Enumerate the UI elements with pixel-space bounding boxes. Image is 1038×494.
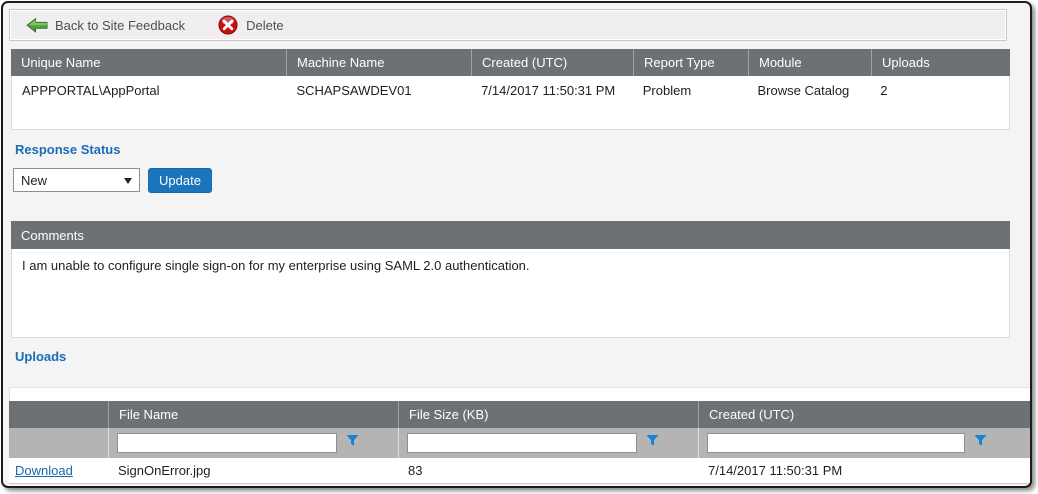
download-link[interactable]: Download [15,463,73,478]
column-header-module[interactable]: Module [748,49,871,76]
filter-cell-actions [9,428,108,458]
cell-report-type: Problem [633,83,748,98]
cell-download: Download [9,463,108,478]
update-button[interactable]: Update [148,168,212,193]
response-status-selected-value: New [21,173,47,188]
cell-module: Browse Catalog [748,83,871,98]
column-header-file-name[interactable]: File Name [108,401,398,428]
file-size-filter-input[interactable] [407,433,637,453]
table-row: APPPORTAL\AppPortal SCHAPSAWDEV01 7/14/2… [12,76,1009,98]
toolbar: Back to Site Feedback Delete [9,9,1007,41]
upload-row: Download SignOnError.jpg 83 7/14/2017 11… [9,458,1032,483]
filter-funnel-icon[interactable] [646,434,659,452]
filter-funnel-icon[interactable] [974,434,987,452]
cell-created-utc: 7/14/2017 11:50:31 PM [471,83,633,98]
delete-button-label: Delete [246,18,284,33]
cell-machine-name: SCHAPSAWDEV01 [286,83,471,98]
column-header-machine-name[interactable]: Machine Name [286,49,471,76]
file-name-filter-input[interactable] [117,433,337,453]
filter-cell-file-name [108,428,398,458]
cell-file-created: 7/14/2017 11:50:31 PM [698,463,1032,478]
cell-uploads-count: 2 [870,83,1009,98]
back-button-label: Back to Site Feedback [55,18,185,33]
feedback-grid-body: APPPORTAL\AppPortal SCHAPSAWDEV01 7/14/2… [11,76,1010,130]
cell-file-size: 83 [398,463,698,478]
column-header-actions [9,401,108,428]
filter-funnel-icon[interactable] [346,434,359,452]
column-header-unique-name[interactable]: Unique Name [11,49,286,76]
feedback-grid-header-row: Unique Name Machine Name Created (UTC) R… [11,49,1010,76]
column-header-file-created[interactable]: Created (UTC) [698,401,1032,428]
feedback-detail-window: Back to Site Feedback Delete Unique Name… [1,1,1032,488]
response-status-label: Response Status [15,142,120,157]
comment-text: I am unable to configure single sign-on … [22,258,530,273]
comments-header-label: Comments [21,228,84,243]
delete-icon [217,14,239,36]
column-header-uploads[interactable]: Uploads [871,49,1010,76]
column-header-report-type[interactable]: Report Type [633,49,748,76]
response-status-dropdown[interactable]: New [13,168,140,192]
feedback-summary-grid: Unique Name Machine Name Created (UTC) R… [11,49,1010,130]
cell-file-name: SignOnError.jpg [108,463,398,478]
created-filter-input[interactable] [707,433,965,453]
uploads-section-label: Uploads [15,349,66,364]
comments-body: I am unable to configure single sign-on … [11,249,1010,338]
filter-cell-file-size [398,428,698,458]
uploads-filter-row [9,428,1032,458]
back-to-site-feedback-button[interactable]: Back to Site Feedback [20,18,191,33]
uploads-grid-header-row: File Name File Size (KB) Created (UTC) [9,401,1032,428]
column-header-file-size[interactable]: File Size (KB) [398,401,698,428]
chevron-down-icon [124,178,132,184]
uploads-grid: File Name File Size (KB) Created (UTC) [9,387,1032,484]
back-arrow-icon [26,18,48,33]
column-header-created-utc[interactable]: Created (UTC) [471,49,633,76]
cell-unique-name: APPPORTAL\AppPortal [12,83,286,98]
delete-button[interactable]: Delete [211,14,290,36]
uploads-grid-top-strip [9,387,1032,401]
comments-section-header: Comments [11,221,1010,249]
filter-cell-created [698,428,1032,458]
